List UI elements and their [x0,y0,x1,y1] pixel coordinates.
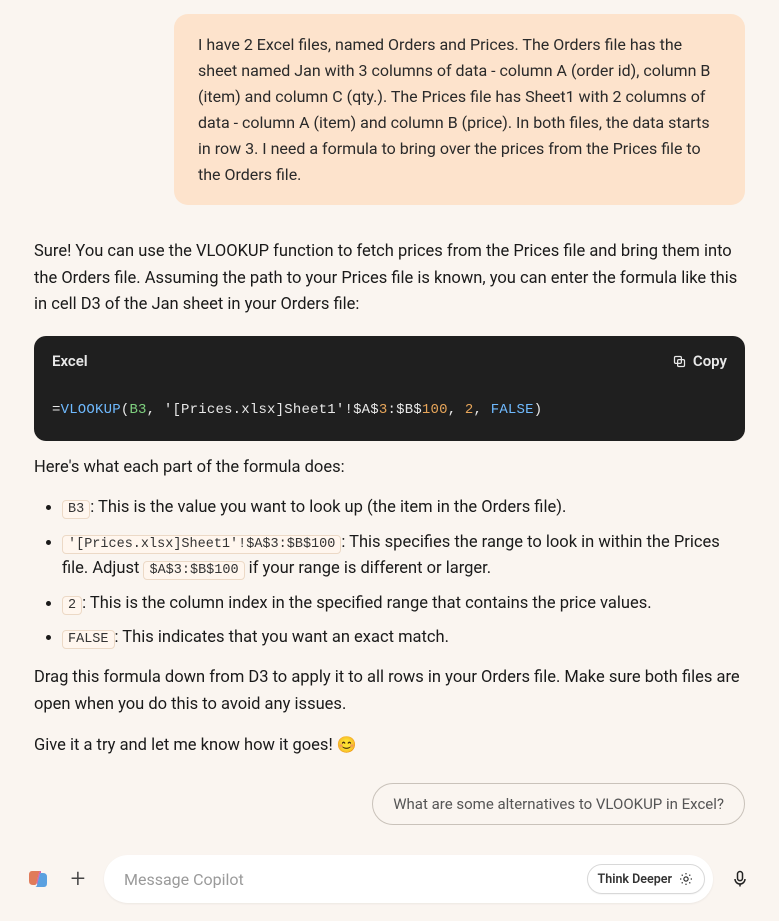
code-token: B3 [129,402,146,418]
assistant-message: Sure! You can use the VLOOKUP function t… [34,239,745,835]
user-message-bubble: I have 2 Excel files, named Orders and P… [174,14,745,205]
microphone-button[interactable] [725,864,755,894]
inline-code: FALSE [62,630,115,649]
code-header: Excel Copy [34,336,745,388]
code-content: =VLOOKUP(B3, '[Prices.xlsx]Sheet1'!$A$3:… [34,387,745,441]
microphone-icon [730,868,750,890]
list-text: : This is the column index in the specif… [82,594,652,613]
code-token: , [147,402,164,418]
list-item: B3: This is the value you want to look u… [62,495,745,521]
explain-intro: Here's what each part of the formula doe… [34,455,745,481]
list-item: FALSE: This indicates that you want an e… [62,625,745,651]
code-language-label: Excel [52,350,88,374]
code-token: '[Prices.xlsx]Sheet1'!$A$ [164,402,379,418]
code-token: , [448,402,465,418]
sparkle-gear-icon [678,871,694,887]
explanation-list: B3: This is the value you want to look u… [34,495,745,651]
code-token: 3 [379,402,388,418]
copy-icon [672,354,687,369]
assistant-intro: Sure! You can use the VLOOKUP function t… [34,239,745,317]
code-token: VLOOKUP [61,402,121,418]
code-token: :$B$ [388,402,422,418]
outro-text: Give it a try and let me know how it goe… [34,736,337,755]
copy-label: Copy [693,350,727,374]
composer: + Think Deeper [24,855,755,903]
inline-code: B3 [62,500,90,519]
smile-emoji: 😊 [337,735,357,754]
code-token: , [474,402,491,418]
conversation-scroll[interactable]: I have 2 Excel files, named Orders and P… [0,0,779,835]
list-text: if your range is different or larger. [245,559,492,578]
inline-code: 2 [62,596,82,615]
copy-button[interactable]: Copy [672,350,727,374]
assistant-outro-1: Drag this formula down from D3 to apply … [34,665,745,717]
message-input-pill[interactable]: Think Deeper [104,855,713,903]
code-token: = [52,402,61,418]
list-item: '[Prices.xlsx]Sheet1'!$A$3:$B$100: This … [62,530,745,583]
message-input[interactable] [124,870,587,889]
suggestion-list: What are some alternatives to VLOOKUP in… [34,783,745,835]
inline-code: '[Prices.xlsx]Sheet1'!$A$3:$B$100 [62,535,341,554]
list-item: 2: This is the column index in the speci… [62,591,745,617]
code-token: FALSE [491,402,534,418]
think-deeper-label: Think Deeper [598,872,672,887]
user-message-text: I have 2 Excel files, named Orders and P… [198,35,710,184]
code-token: 2 [465,402,474,418]
suggestion-chip[interactable]: What are some alternatives to VLOOKUP in… [372,783,745,825]
composer-area: + Think Deeper [0,847,779,921]
code-block: Excel Copy =VLOOKUP(B3, '[Prices.xlsx]Sh… [34,336,745,442]
inline-code: $A$3:$B$100 [143,561,244,580]
code-token: ) [534,402,543,418]
think-deeper-button[interactable]: Think Deeper [587,864,705,894]
add-button[interactable]: + [64,865,92,893]
assistant-outro-2: Give it a try and let me know how it goe… [34,732,745,759]
code-token: 100 [422,402,448,418]
list-text: : This is the value you want to look up … [90,498,566,517]
copilot-logo-icon[interactable] [24,865,52,893]
copilot-logo-svg [26,867,50,891]
list-text: : This indicates that you want an exact … [115,628,449,647]
